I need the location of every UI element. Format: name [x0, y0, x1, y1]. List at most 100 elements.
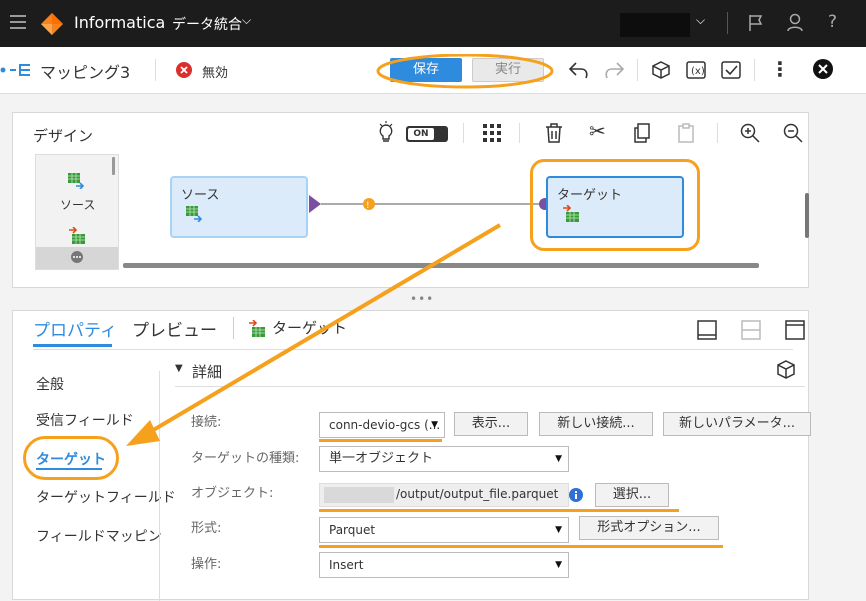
properties-panel: プロパティ プレビュー ターゲット 全般 受信フィールド ターゲット ターゲット… [12, 310, 811, 601]
format-label: 形式: [191, 521, 222, 536]
validate-icon[interactable] [721, 60, 741, 80]
source-table-icon [186, 206, 202, 222]
cut-icon[interactable]: ✂ [589, 119, 606, 143]
tab-preview[interactable]: プレビュー [132, 316, 217, 341]
divider [33, 349, 793, 350]
toggle-switch[interactable]: ON [406, 126, 448, 142]
sidebar-item-general[interactable]: 全般 [36, 374, 64, 394]
divider [463, 123, 464, 143]
target-table-icon [69, 227, 85, 244]
more-icon[interactable] [70, 250, 84, 264]
design-panel: デザイン ON ✂ ソース ソース ! ターゲット [12, 112, 809, 288]
bulb-icon [379, 121, 393, 142]
package-icon[interactable] [775, 359, 797, 381]
redo-icon[interactable] [603, 60, 625, 80]
object-field: /output/output_file.parquet [319, 483, 569, 507]
parameter-icon[interactable]: (x) [686, 60, 706, 80]
hamburger-menu-icon[interactable] [10, 15, 26, 29]
palette-item-source[interactable]: ソース [60, 196, 95, 213]
divider [637, 59, 638, 81]
service-switcher[interactable]: データ統合 [172, 14, 242, 34]
highlight-ellipse [23, 436, 119, 480]
flag-icon[interactable] [748, 14, 764, 32]
horizontal-scrollbar[interactable] [123, 263, 759, 268]
vertical-scrollbar[interactable] [805, 193, 809, 238]
operation-label: 操作: [191, 557, 222, 572]
divider [159, 371, 160, 601]
mapping-toolbar: マッピング3 無効 保存 実行 (x) ⋮ [0, 47, 866, 94]
divider [175, 386, 805, 387]
panel-split-icon[interactable] [741, 320, 761, 340]
divider [155, 59, 156, 81]
divider [754, 59, 755, 81]
zoom-out-icon[interactable] [783, 123, 803, 143]
paste-icon[interactable] [677, 123, 695, 143]
zoom-in-icon[interactable] [740, 123, 760, 143]
palette-scrollbar[interactable] [112, 157, 115, 175]
operation-select[interactable]: Insert ▼ [319, 552, 569, 578]
section-title: 詳細 [192, 363, 223, 381]
connection-select[interactable]: conn-devio-gcs (... ▼ [319, 412, 445, 438]
format-options-button[interactable]: 形式オプション... [579, 516, 719, 540]
new-connection-button[interactable]: 新しい接続... [539, 412, 653, 436]
chevron-down-icon[interactable]: ⌵ [696, 13, 705, 28]
divider [233, 317, 234, 339]
mapping-icon [0, 64, 30, 76]
trash-icon[interactable] [545, 123, 563, 143]
splitter-handle[interactable]: ••• [410, 292, 434, 306]
tab-properties[interactable]: プロパティ [33, 316, 117, 341]
show-button[interactable]: 表示... [454, 412, 528, 436]
sidebar-item-target-fields[interactable]: ターゲットフィールド [36, 487, 176, 507]
source-table-icon [68, 173, 84, 189]
design-title: デザイン [33, 127, 94, 145]
collapse-caret-icon[interactable]: ▼ [175, 363, 183, 374]
target-table-icon [249, 320, 265, 337]
undo-icon[interactable] [568, 60, 590, 80]
highlight-underline [319, 439, 442, 442]
package-icon[interactable] [651, 60, 671, 80]
object-label: オブジェクト: [191, 486, 274, 501]
close-icon[interactable] [812, 58, 834, 80]
informatica-logo-icon [41, 13, 63, 35]
active-tab-indicator [33, 344, 112, 347]
connection-label: 接続: [191, 415, 222, 430]
sidebar-item-field-mapping[interactable]: フィールドマッピング [36, 526, 162, 546]
new-parameter-button[interactable]: 新しいパラメータ... [663, 412, 811, 436]
toggle-label: ON [408, 128, 434, 140]
top-bar: Informatica データ統合 ⌵ ⌵ ? [0, 0, 866, 47]
redacted-prefix [324, 487, 394, 503]
chevron-down-icon[interactable]: ⌵ [242, 13, 251, 28]
panel-maximize-icon[interactable] [697, 320, 717, 340]
highlight-underline [319, 509, 679, 512]
error-icon [176, 62, 192, 78]
highlight-box [530, 159, 700, 251]
mapping-title: マッピング3 [40, 63, 131, 82]
target-type-select[interactable]: 単一オブジェクト ▼ [319, 446, 569, 472]
transformation-palette: ソース [35, 154, 119, 270]
target-type-label: ターゲットの種類: [191, 451, 300, 466]
product-name: Informatica [74, 13, 166, 32]
more-options-icon[interactable]: ⋮ [770, 57, 790, 81]
highlight-underline [319, 545, 723, 548]
info-icon[interactable] [569, 488, 583, 502]
link-connector[interactable]: ! [307, 191, 552, 217]
divider [519, 123, 520, 143]
org-selector[interactable] [620, 13, 690, 37]
grid-icon[interactable] [483, 124, 501, 142]
svg-text:(x): (x) [691, 66, 705, 77]
format-select[interactable]: Parquet ▼ [319, 517, 569, 543]
divider [727, 12, 728, 34]
sidebar-item-incoming-fields[interactable]: 受信フィールド [36, 410, 134, 430]
svg-text:!: ! [366, 201, 370, 211]
selected-object-label: ターゲット [272, 319, 348, 337]
panel-minimize-icon[interactable] [785, 320, 805, 340]
source-node-label: ソース [181, 188, 220, 203]
object-path: /output/output_file.parquet [396, 487, 559, 501]
status-badge: 無効 [202, 66, 229, 81]
copy-icon[interactable] [633, 123, 651, 143]
help-icon[interactable]: ? [828, 12, 837, 32]
source-node[interactable]: ソース [170, 176, 308, 238]
user-icon[interactable] [786, 13, 804, 32]
select-object-button[interactable]: 選択... [595, 483, 669, 507]
divider [717, 123, 718, 143]
